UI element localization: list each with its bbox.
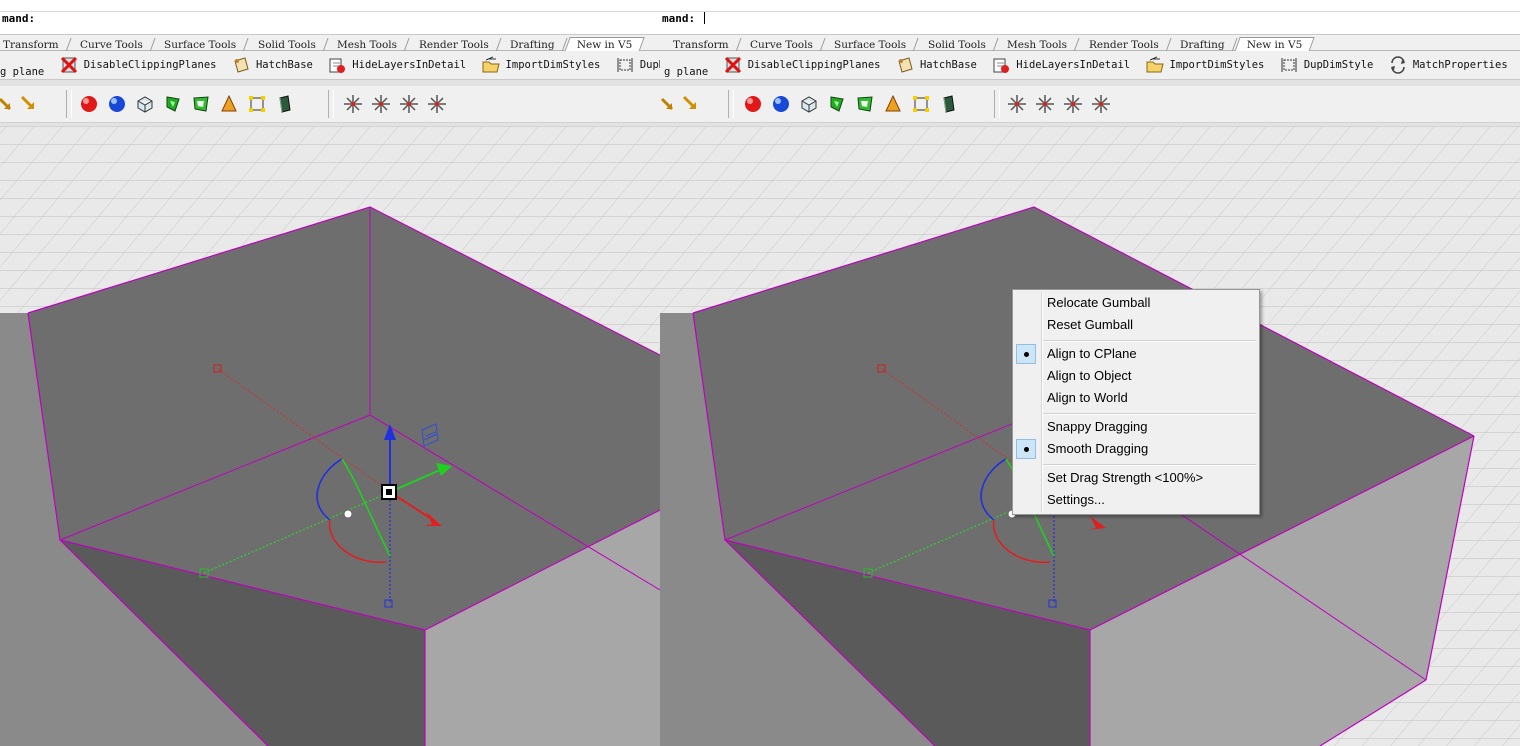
box-corners-icon[interactable] xyxy=(246,93,268,115)
render-tools-toolbar xyxy=(0,86,660,123)
tab-new-in-v5[interactable]: New in V5 xyxy=(1234,37,1316,52)
tab-mesh-tools[interactable]: Mesh Tools xyxy=(995,38,1080,52)
cmd-hide-layers-in-detail[interactable]: HideLayersInDetail xyxy=(991,51,1130,79)
cone-icon[interactable] xyxy=(218,93,240,115)
cylinder-icon[interactable] xyxy=(938,93,960,115)
spotlight-icon[interactable] xyxy=(342,93,364,115)
tab-transform[interactable]: Transform xyxy=(0,38,72,52)
disable-clipping-icon xyxy=(724,56,741,74)
menu-snappy-dragging[interactable]: Snappy Dragging xyxy=(1047,417,1147,437)
hatch-base-icon xyxy=(898,57,913,73)
arrow-tool-2-icon[interactable] xyxy=(18,93,40,115)
cmd-dup-dim-style[interactable]: DupDimStyle xyxy=(1279,51,1373,79)
arrow-tool-icon[interactable] xyxy=(660,93,678,115)
menu-settings[interactable]: Settings... xyxy=(1047,490,1105,510)
menu-set-drag-strength[interactable]: Set Drag Strength <100%> xyxy=(1047,468,1203,488)
blue-sphere-icon[interactable] xyxy=(770,93,792,115)
render-tools-toolbar xyxy=(660,86,1520,123)
cmd-match-properties[interactable]: MatchProperties xyxy=(1388,51,1508,79)
tab-transform[interactable]: Transform xyxy=(661,38,742,52)
arrow-tool-icon[interactable] xyxy=(0,93,16,115)
red-sphere-icon[interactable] xyxy=(742,93,764,115)
folder-import-icon xyxy=(1146,56,1164,73)
cmd-hide-layers-in-detail[interactable]: HideLayersInDetail xyxy=(327,51,466,79)
command-label: mand: xyxy=(662,12,696,25)
rectangular-light-icon[interactable] xyxy=(426,93,448,115)
hatch-base-icon xyxy=(234,57,249,73)
box-wire-icon[interactable] xyxy=(798,93,820,115)
tab-mesh-tools[interactable]: Mesh Tools xyxy=(325,38,410,52)
radio-check-icon xyxy=(1016,439,1036,459)
red-sphere-icon[interactable] xyxy=(78,93,100,115)
disable-clipping-icon xyxy=(60,56,77,74)
menu-align-to-world[interactable]: Align to World xyxy=(1047,388,1128,408)
box-corners-icon[interactable] xyxy=(910,93,932,115)
hide-layers-icon xyxy=(993,58,1010,73)
pointlight-icon[interactable] xyxy=(1034,93,1056,115)
green-solid-icon[interactable] xyxy=(826,93,848,115)
hide-layers-icon xyxy=(329,58,346,73)
toolbar-tabs: Transform Curve Tools Surface Tools Soli… xyxy=(660,35,1520,52)
menu-reset-gumball[interactable]: Reset Gumball xyxy=(1047,315,1133,335)
tab-drafting[interactable]: Drafting xyxy=(498,38,568,52)
dup-dim-style-icon xyxy=(1281,58,1297,72)
cmd-dup-dim-style[interactable]: DupDimSt xyxy=(615,51,660,79)
tab-curve-tools[interactable]: Curve Tools xyxy=(738,38,826,52)
tab-solid-tools[interactable]: Solid Tools xyxy=(916,38,999,52)
dup-dim-style-icon xyxy=(617,58,633,72)
tab-solid-tools[interactable]: Solid Tools xyxy=(246,38,329,52)
tab-render-tools[interactable]: Render Tools xyxy=(1077,38,1172,52)
blue-sphere-icon[interactable] xyxy=(106,93,128,115)
tab-surface-tools[interactable]: Surface Tools xyxy=(822,38,920,52)
menu-align-to-object[interactable]: Align to Object xyxy=(1047,366,1132,386)
perspective-viewport[interactable] xyxy=(0,126,660,746)
folder-import-icon xyxy=(482,56,500,73)
new-in-v5-commands: g plane DisableClippingPlanes HatchBase … xyxy=(0,51,660,80)
tab-render-tools[interactable]: Render Tools xyxy=(407,38,502,52)
cone-icon[interactable] xyxy=(882,93,904,115)
match-properties-icon xyxy=(1390,56,1405,74)
green-frame-icon[interactable] xyxy=(854,93,876,115)
cmd-hatch-base[interactable]: HatchBase xyxy=(231,51,313,79)
command-bar: mand: xyxy=(0,0,660,35)
toolbar-tabs: Transform Curve Tools Surface Tools Soli… xyxy=(0,35,660,52)
arrow-tool-2-icon[interactable] xyxy=(680,93,702,115)
cmd-clipping-plane[interactable]: g plane xyxy=(664,58,708,86)
cmd-disable-clipping-planes[interactable]: DisableClippingPlanes xyxy=(59,51,216,79)
box-wire-icon[interactable] xyxy=(134,93,156,115)
radio-check-icon xyxy=(1016,344,1036,364)
menu-align-to-cplane[interactable]: Align to CPlane xyxy=(1047,344,1137,364)
spotlight-icon[interactable] xyxy=(1006,93,1028,115)
screenshot-root: mand: Transform Curve Tools Surface Tool… xyxy=(0,0,1520,746)
viewport-scene[interactable] xyxy=(0,126,660,746)
menu-relocate-gumball[interactable]: Relocate Gumball xyxy=(1047,293,1150,313)
gumball-context-menu: Relocate Gumball Reset Gumball Align to … xyxy=(1012,289,1260,515)
directional-light-icon[interactable] xyxy=(398,93,420,115)
tab-surface-tools[interactable]: Surface Tools xyxy=(152,38,250,52)
command-input-caret[interactable] xyxy=(704,12,705,24)
command-label: mand: xyxy=(2,12,36,25)
green-frame-icon[interactable] xyxy=(190,93,212,115)
cmd-disable-clipping-planes[interactable]: DisableClippingPlanes xyxy=(723,51,880,79)
tab-curve-tools[interactable]: Curve Tools xyxy=(68,38,156,52)
rectangular-light-icon[interactable] xyxy=(1090,93,1112,115)
command-bar: mand: xyxy=(660,0,1520,35)
cmd-import-dim-styles[interactable]: ImportDimStyles xyxy=(481,51,600,79)
directional-light-icon[interactable] xyxy=(1062,93,1084,115)
new-in-v5-commands: g plane DisableClippingPlanes HatchBase … xyxy=(660,51,1520,80)
cmd-hatch-base[interactable]: HatchBase xyxy=(895,51,977,79)
cmd-clipping-plane[interactable]: g plane xyxy=(0,58,44,86)
tab-new-in-v5[interactable]: New in V5 xyxy=(564,37,646,52)
tab-drafting[interactable]: Drafting xyxy=(1168,38,1238,52)
cmd-import-dim-styles[interactable]: ImportDimStyles xyxy=(1145,51,1264,79)
menu-smooth-dragging[interactable]: Smooth Dragging xyxy=(1047,439,1148,459)
left-rhino-window: mand: Transform Curve Tools Surface Tool… xyxy=(0,0,660,746)
green-solid-icon[interactable] xyxy=(162,93,184,115)
pointlight-icon[interactable] xyxy=(370,93,392,115)
cylinder-icon[interactable] xyxy=(274,93,296,115)
